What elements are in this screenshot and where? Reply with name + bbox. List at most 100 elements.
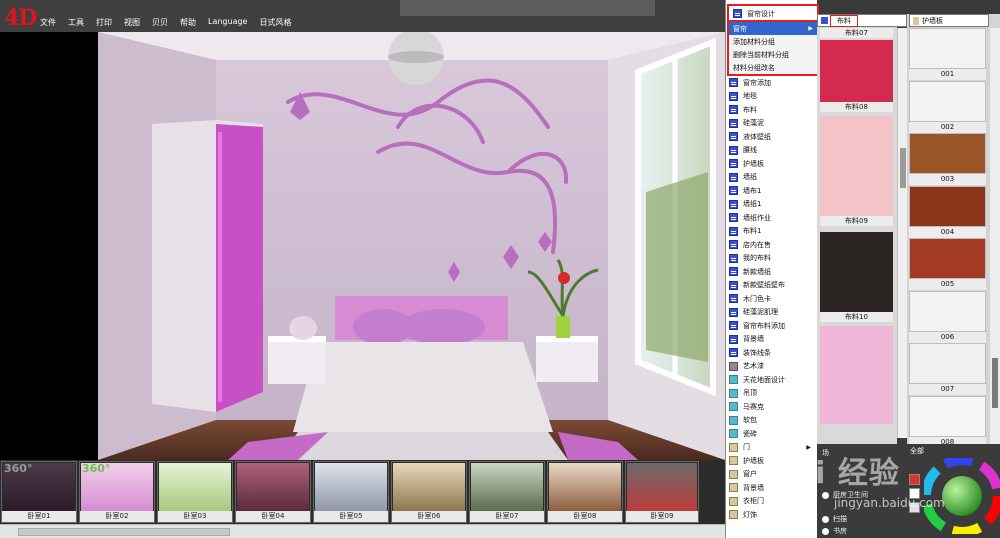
scrollbar-thumb[interactable] — [900, 148, 906, 188]
material-tile[interactable]: 布料10 — [820, 232, 893, 322]
panel-tile[interactable]: 006 — [909, 290, 986, 343]
material-tile[interactable]: 布料09 — [820, 116, 893, 226]
category-item[interactable]: 液体壁纸 — [725, 130, 817, 144]
materials-tab[interactable]: 布料 — [817, 14, 907, 27]
menu-language[interactable]: Language — [208, 17, 247, 28]
grid-icon — [729, 348, 738, 358]
category-item[interactable]: 墙布1 — [725, 184, 817, 198]
menu-view[interactable]: 视图 — [124, 17, 140, 28]
thumb-image — [549, 463, 621, 512]
material-label: 布料08 — [820, 102, 893, 112]
menu-style[interactable]: 日式风格 — [259, 17, 291, 28]
material-tile[interactable] — [820, 326, 893, 424]
room-item[interactable]: 扫描 — [822, 514, 847, 524]
thumb-label: 卧室01 — [2, 511, 76, 522]
panel-tile[interactable]: 005 — [909, 238, 986, 290]
panel-label: 003 — [909, 174, 986, 185]
category-item[interactable]: 软包 — [725, 414, 817, 428]
panel-swatch — [909, 290, 986, 332]
category-item[interactable]: 衣柜门 — [725, 495, 817, 509]
context-menu-add-group[interactable]: 添加材料分组 — [729, 35, 817, 48]
scrollbar-thumb[interactable] — [992, 358, 998, 408]
context-menu-rename-group[interactable]: 材料分组改名 — [729, 61, 817, 74]
color-swatch[interactable] — [909, 474, 920, 485]
room-item[interactable]: 书房 — [822, 526, 847, 536]
panel-tile[interactable]: 008 — [909, 395, 986, 448]
context-menu-delete-group[interactable]: 删除当前材料分组 — [729, 48, 817, 61]
category-item[interactable]: 天花地面设计 — [725, 373, 817, 387]
panel-label: 005 — [909, 279, 986, 290]
panels-scrollbar[interactable] — [990, 28, 1000, 444]
category-item[interactable]: 窗帘添加 — [725, 76, 817, 90]
category-item[interactable]: 木门色卡 — [725, 292, 817, 306]
teal-grid-icon — [729, 402, 738, 412]
category-item[interactable]: 装饰线条 — [725, 346, 817, 360]
category-item[interactable]: 硅藻泥 — [725, 117, 817, 131]
materials-scrollbar[interactable] — [897, 28, 907, 438]
material-label: 布料07 — [820, 28, 893, 38]
scene-thumb[interactable]: 360° 卧室01 — [1, 461, 77, 523]
category-item[interactable]: 瓷砖 — [725, 427, 817, 441]
material-tile[interactable]: 布料08 — [820, 40, 893, 112]
category-item[interactable]: 艺术漆 — [725, 360, 817, 374]
thumb-image — [471, 463, 543, 512]
panel-tile[interactable]: 001 — [909, 28, 986, 80]
category-item[interactable]: 腰线 — [725, 144, 817, 158]
menu-help[interactable]: 帮助 — [180, 17, 196, 28]
room-render-viewport[interactable] — [98, 32, 725, 460]
scene-thumb[interactable]: 卧室09 — [625, 461, 699, 523]
grid-icon — [729, 213, 738, 223]
category-item[interactable]: 新款壁纸壁布 — [725, 279, 817, 293]
panel-tile[interactable]: 003 — [909, 133, 986, 185]
thumb-label: 卧室08 — [548, 511, 622, 522]
category-item[interactable]: 墙纸作业 — [725, 211, 817, 225]
thumb-label: 卧室04 — [236, 511, 310, 522]
menu-beibei[interactable]: 贝贝 — [152, 17, 168, 28]
category-item[interactable]: 窗帘布料添加 — [725, 319, 817, 333]
scene-thumb[interactable]: 卧室08 — [547, 461, 623, 523]
category-item[interactable]: 我的布料 — [725, 252, 817, 266]
category-item[interactable]: 硅藻泥肌理 — [725, 306, 817, 320]
horizontal-scrollbar[interactable] — [0, 524, 725, 538]
house-icon — [733, 9, 742, 19]
thumb-label: 卧室03 — [158, 511, 232, 522]
color-panel: 全部 — [907, 444, 1000, 538]
category-item[interactable]: 墙纸1 — [725, 198, 817, 212]
thumb-image — [393, 463, 465, 512]
category-item[interactable]: 护墙板 — [725, 157, 817, 171]
category-item[interactable]: 店内在售 — [725, 238, 817, 252]
materials-tab-label: 布料 — [830, 14, 858, 27]
grid-icon — [729, 294, 738, 304]
category-item[interactable]: 新款墙纸 — [725, 265, 817, 279]
radio-icon — [822, 491, 829, 499]
scene-thumb[interactable]: 360° 卧室02 — [79, 461, 155, 523]
category-item[interactable]: 吊顶 — [725, 387, 817, 401]
scene-thumb[interactable]: 卧室03 — [157, 461, 233, 523]
menu-print[interactable]: 打印 — [96, 17, 112, 28]
menu-tools[interactable]: 工具 — [68, 17, 84, 28]
category-label: 墙布1 — [743, 186, 762, 195]
material-tile[interactable]: 布料07 — [820, 28, 893, 38]
scene-thumb[interactable]: 卧室04 — [235, 461, 311, 523]
grid-icon — [729, 253, 738, 263]
panel-tile[interactable]: 004 — [909, 185, 986, 238]
panels-tab[interactable]: 护墙板 — [909, 14, 989, 27]
category-item[interactable]: 窗帘设计 — [729, 7, 817, 21]
panel-tile[interactable]: 007 — [909, 343, 986, 395]
category-item[interactable]: 布料1 — [725, 225, 817, 239]
category-item[interactable]: 地毯 — [725, 90, 817, 104]
scene-thumb[interactable]: 卧室05 — [313, 461, 389, 523]
scene-thumb[interactable]: 卧室06 — [391, 461, 467, 523]
category-item[interactable]: 墙纸 — [725, 171, 817, 185]
panel-tile[interactable]: 002 — [909, 80, 986, 133]
category-item[interactable]: 马赛克 — [725, 400, 817, 414]
scrollbar-thumb[interactable] — [18, 528, 230, 536]
category-item[interactable]: 布料 — [725, 103, 817, 117]
thumb-label: 卧室07 — [470, 511, 544, 522]
category-item[interactable]: 背景墙 — [725, 333, 817, 347]
context-menu-curtain[interactable]: 窗帘 ▶ — [729, 22, 817, 35]
category-item[interactable]: 灯饰 — [725, 508, 817, 522]
menu-file[interactable]: 文件 — [40, 17, 56, 28]
category-label: 瓷砖 — [743, 429, 757, 438]
scene-thumb[interactable]: 卧室07 — [469, 461, 545, 523]
